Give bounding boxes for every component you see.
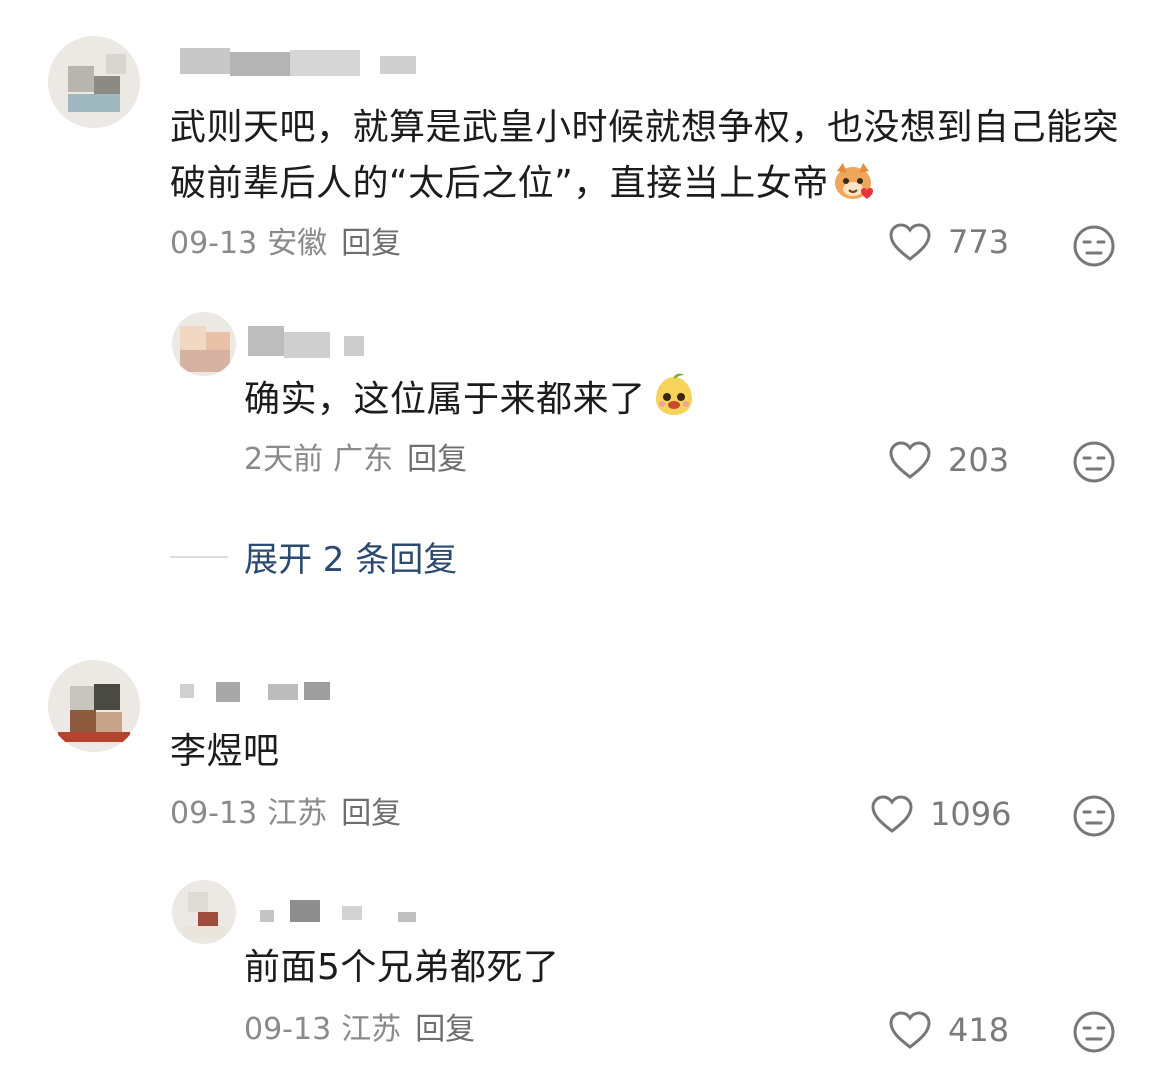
divider-line [170, 555, 228, 558]
avatar-pixel [180, 350, 230, 372]
avatar-pixel [68, 94, 120, 112]
expand-replies-link[interactable]: 展开 2 条回复 [170, 532, 457, 581]
like-count: 773 [948, 223, 1010, 261]
avatar-pixel [94, 684, 120, 710]
blur-block [290, 50, 360, 76]
like-count: 203 [948, 441, 1010, 479]
dislike-button[interactable] [1072, 224, 1116, 272]
like-button[interactable]: 1096 [870, 794, 1011, 834]
reply-meta: 2天前 广东 回复 [244, 442, 467, 478]
heart-outline-icon [889, 223, 931, 261]
dislike-button[interactable] [1072, 440, 1116, 488]
blur-block [290, 900, 320, 922]
neutral-face-icon [1073, 1011, 1115, 1053]
blur-block [380, 56, 416, 74]
blur-block [230, 52, 290, 76]
reply-location: 广东 [333, 442, 394, 477]
reply-button[interactable]: 回复 [341, 796, 401, 831]
blur-block [398, 912, 416, 922]
avatar-pixel [70, 710, 96, 734]
blur-block [260, 910, 274, 922]
blur-block [248, 326, 284, 356]
expand-replies-label: 展开 2 条回复 [244, 540, 458, 580]
like-button[interactable]: 773 [888, 222, 1009, 262]
neutral-face-icon [1073, 441, 1115, 483]
mango-smile-emoji [650, 373, 698, 434]
reply-button[interactable]: 回复 [341, 226, 401, 261]
avatar-pixel [180, 326, 206, 350]
avatar[interactable] [172, 880, 236, 944]
comment-text-body: 武则天吧，就算是武皇小时候就想争权，也没想到自己能突破前辈后人的“太后之位”，直… [170, 107, 1120, 204]
comment-date: 09-13 [170, 796, 258, 831]
blur-block [216, 682, 240, 702]
blur-block [344, 336, 364, 356]
comment-text-body: 李煜吧 [170, 731, 280, 772]
reply-text: 前面5个兄弟都死了 [244, 940, 1104, 996]
avatar-pixel [188, 892, 208, 912]
comment-date: 09-13 [170, 226, 258, 261]
like-count: 418 [948, 1011, 1010, 1049]
neutral-face-icon [1073, 795, 1115, 837]
tiger-heart-emoji [833, 161, 877, 218]
dislike-button[interactable] [1072, 1010, 1116, 1058]
avatar-pixel [58, 732, 130, 742]
reply-date: 09-13 [244, 1012, 332, 1047]
blur-block [342, 906, 362, 920]
avatar-pixel [96, 712, 122, 734]
avatar-pixel [70, 686, 94, 710]
heart-outline-icon [889, 1011, 931, 1049]
reply-text: 确实，这位属于来都来了 [244, 372, 1104, 434]
avatar-pixel [182, 926, 226, 938]
blur-block [180, 48, 230, 74]
dislike-button[interactable] [1072, 794, 1116, 842]
blur-block [304, 682, 330, 700]
reply-button[interactable]: 回复 [415, 1012, 475, 1047]
reply-text-body: 确实，这位属于来都来了 [244, 379, 646, 420]
reply-meta: 09-13 江苏 回复 [244, 1012, 475, 1048]
neutral-face-icon [1073, 225, 1115, 267]
comment-meta: 09-13 江苏 回复 [170, 796, 401, 832]
blur-block [180, 684, 194, 698]
comment-text: 李煜吧 [170, 724, 1070, 780]
reply-button[interactable]: 回复 [407, 442, 467, 477]
avatar[interactable] [172, 312, 236, 376]
like-button[interactable]: 418 [888, 1010, 1009, 1050]
comment-text: 武则天吧，就算是武皇小时候就想争权，也没想到自己能突破前辈后人的“太后之位”，直… [170, 100, 1120, 218]
avatar[interactable] [48, 660, 140, 752]
avatar[interactable] [48, 36, 140, 128]
blur-block [284, 332, 330, 358]
reply-text-body: 前面5个兄弟都死了 [244, 947, 560, 988]
like-count: 1096 [930, 795, 1012, 833]
reply-date: 2天前 [244, 442, 324, 477]
comment-meta: 09-13 安徽 回复 [170, 226, 401, 262]
comment-location: 江苏 [267, 796, 328, 831]
heart-outline-icon [889, 441, 931, 479]
blur-block [268, 684, 298, 700]
comment-location: 安徽 [267, 226, 328, 261]
avatar-pixel [106, 54, 126, 74]
like-button[interactable]: 203 [888, 440, 1009, 480]
heart-outline-icon [871, 795, 913, 833]
reply-location: 江苏 [341, 1012, 402, 1047]
avatar-pixel [68, 66, 94, 92]
